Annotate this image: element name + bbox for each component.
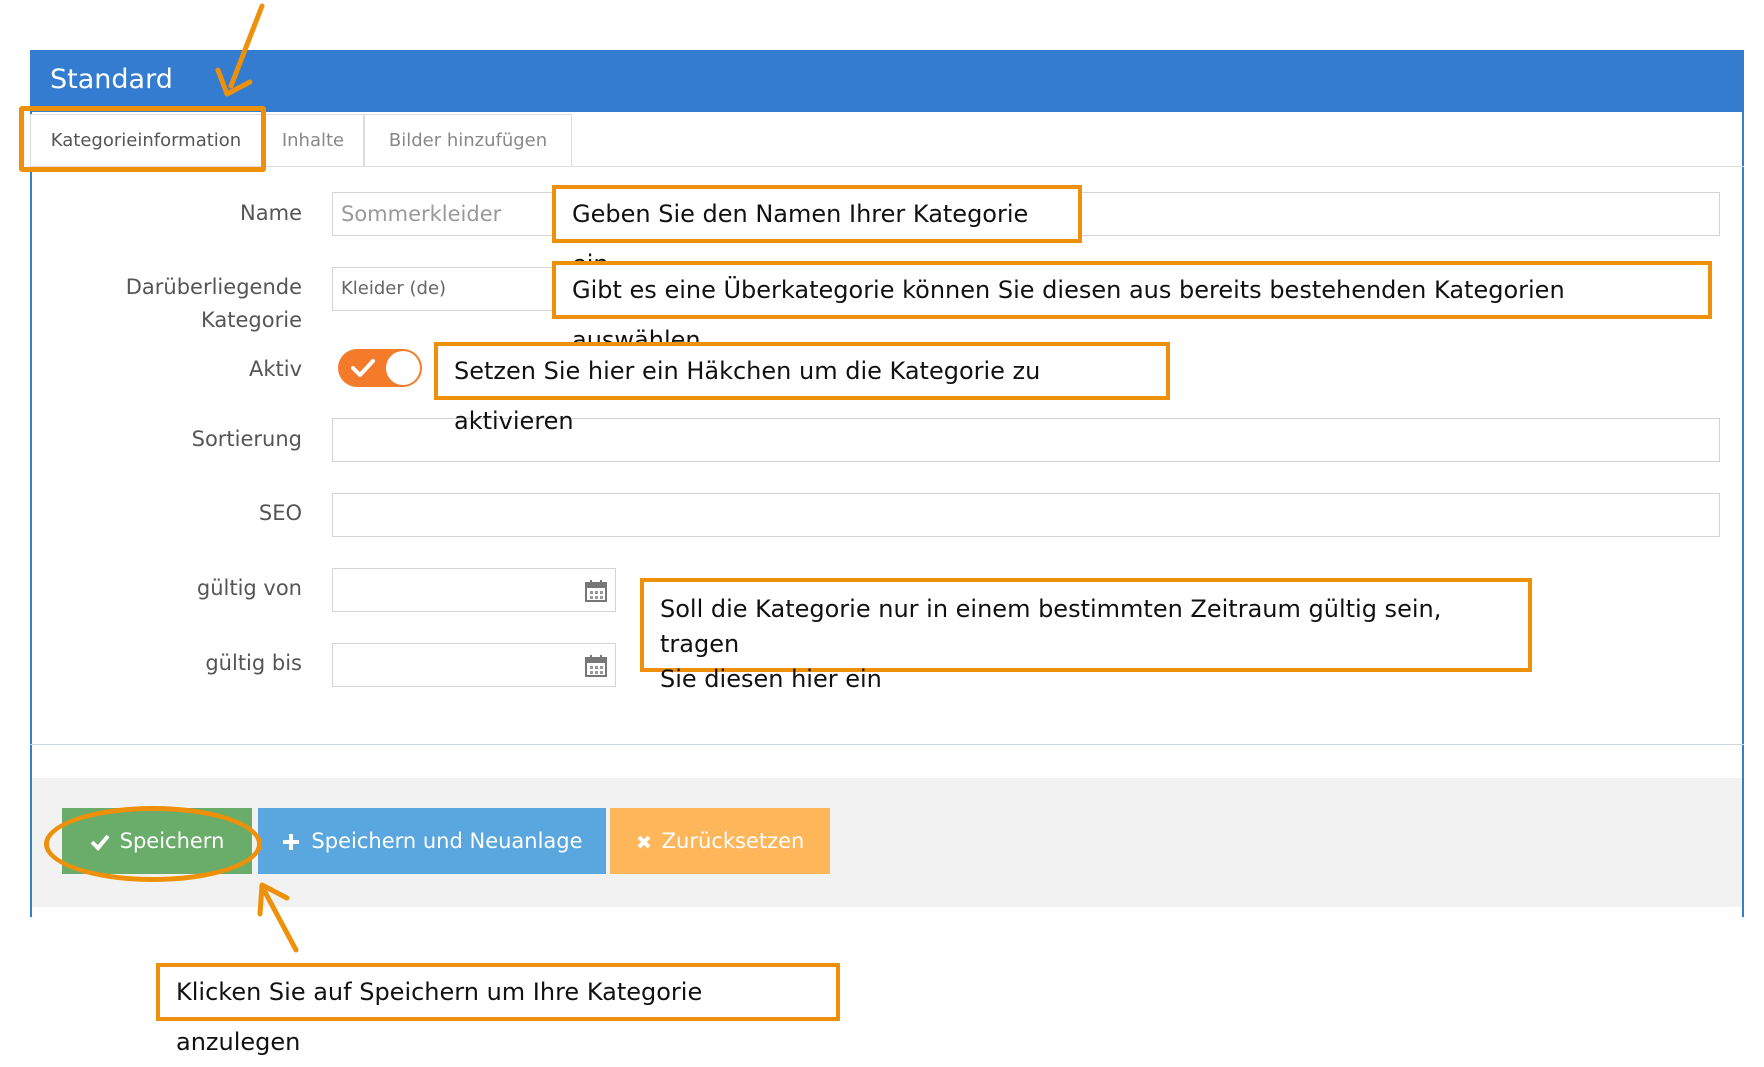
arrow-icon: [257, 882, 299, 953]
arrow-icon: [215, 3, 265, 97]
annotation-arrows: [215, 3, 299, 953]
